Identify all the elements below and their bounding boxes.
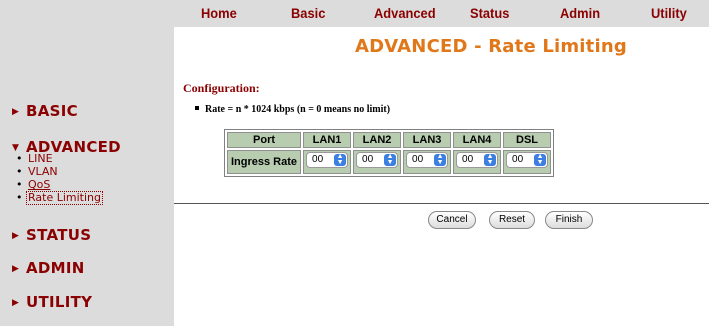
header-lan4: LAN4: [453, 132, 502, 148]
nav-home[interactable]: Home: [201, 5, 237, 21]
sidebar-item-basic[interactable]: ▶ BASIC: [12, 102, 78, 120]
divider: [174, 203, 709, 204]
rate-limit-table: Port LAN1 LAN2 LAN3 LAN4 DSL Ingress Rat…: [224, 129, 555, 177]
sidebar-subitem-line[interactable]: • LINE: [16, 153, 53, 165]
header-lan2: LAN2: [353, 132, 402, 148]
rate-note: Rate = n * 1024 kbps (n = 0 means no lim…: [195, 104, 390, 115]
ingress-rate-label: Ingress Rate: [227, 150, 302, 174]
chevron-right-icon: ▶: [12, 298, 20, 308]
nav-advanced[interactable]: Advanced: [374, 5, 436, 21]
select-arrows-icon: ▲ ▼: [384, 153, 397, 166]
sidebar-item-utility[interactable]: ▶ UTILITY: [12, 293, 92, 311]
reset-button[interactable]: Reset: [489, 211, 535, 229]
select-arrows-icon: ▲ ▼: [484, 153, 497, 166]
finish-button[interactable]: Finish: [545, 211, 593, 229]
header-lan3: LAN3: [403, 132, 452, 148]
lan3-rate-select[interactable]: 00 ▲ ▼: [406, 152, 449, 168]
select-arrows-icon: ▲ ▼: [334, 153, 347, 166]
sidebar-item-status[interactable]: ▶ STATUS: [12, 226, 91, 244]
bullet-icon: •: [16, 178, 23, 191]
table-header-row: Port LAN1 LAN2 LAN3 LAN4 DSL: [227, 132, 552, 148]
nav-admin[interactable]: Admin: [560, 5, 600, 21]
header-lan1: LAN1: [303, 132, 352, 148]
chevron-right-icon: ▶: [12, 231, 20, 241]
sidebar-subitem-qos[interactable]: • QoS: [16, 179, 50, 191]
top-nav: Home Basic Advanced Status Admin Utility: [174, 0, 709, 27]
chevron-right-icon: ▶: [12, 264, 20, 274]
page-title: ADVANCED - Rate Limiting: [355, 36, 627, 57]
lan4-rate-select[interactable]: 00 ▲ ▼: [456, 152, 499, 168]
chevron-right-icon: ▶: [12, 107, 20, 117]
cancel-button[interactable]: Cancel: [428, 211, 476, 229]
sidebar-subitem-rate-limiting[interactable]: • Rate Limiting: [16, 191, 103, 205]
bullet-icon: •: [16, 152, 23, 165]
sidebar: ▶ BASIC ▼ ADVANCED • LINE • VLAN • QoS • Rate …: [0, 0, 174, 326]
sidebar-item-admin[interactable]: ▶ ADMIN: [12, 259, 85, 277]
square-bullet-icon: [195, 106, 199, 110]
nav-basic[interactable]: Basic: [291, 5, 325, 21]
bullet-icon: •: [16, 165, 23, 178]
header-dsl: DSL: [503, 132, 552, 148]
config-label: Configuration:: [183, 81, 260, 95]
header-port: Port: [227, 132, 302, 148]
table-row: Ingress Rate 00 ▲ ▼ 00 ▲ ▼ 00 ▲ ▼ 00 ▲ ▼ 00 ▲ ▼: [227, 150, 552, 174]
select-arrows-icon: ▲ ▼: [534, 153, 547, 166]
lan1-rate-select[interactable]: 00 ▲ ▼: [306, 152, 349, 168]
lan2-rate-select[interactable]: 00 ▲ ▼: [356, 152, 399, 168]
bullet-icon: •: [16, 191, 23, 204]
nav-utility[interactable]: Utility: [651, 5, 687, 21]
nav-status[interactable]: Status: [470, 5, 509, 21]
select-arrows-icon: ▲ ▼: [434, 153, 447, 166]
sidebar-subitem-vlan[interactable]: • VLAN: [16, 166, 58, 178]
dsl-rate-select[interactable]: 00 ▲ ▼: [506, 152, 549, 168]
